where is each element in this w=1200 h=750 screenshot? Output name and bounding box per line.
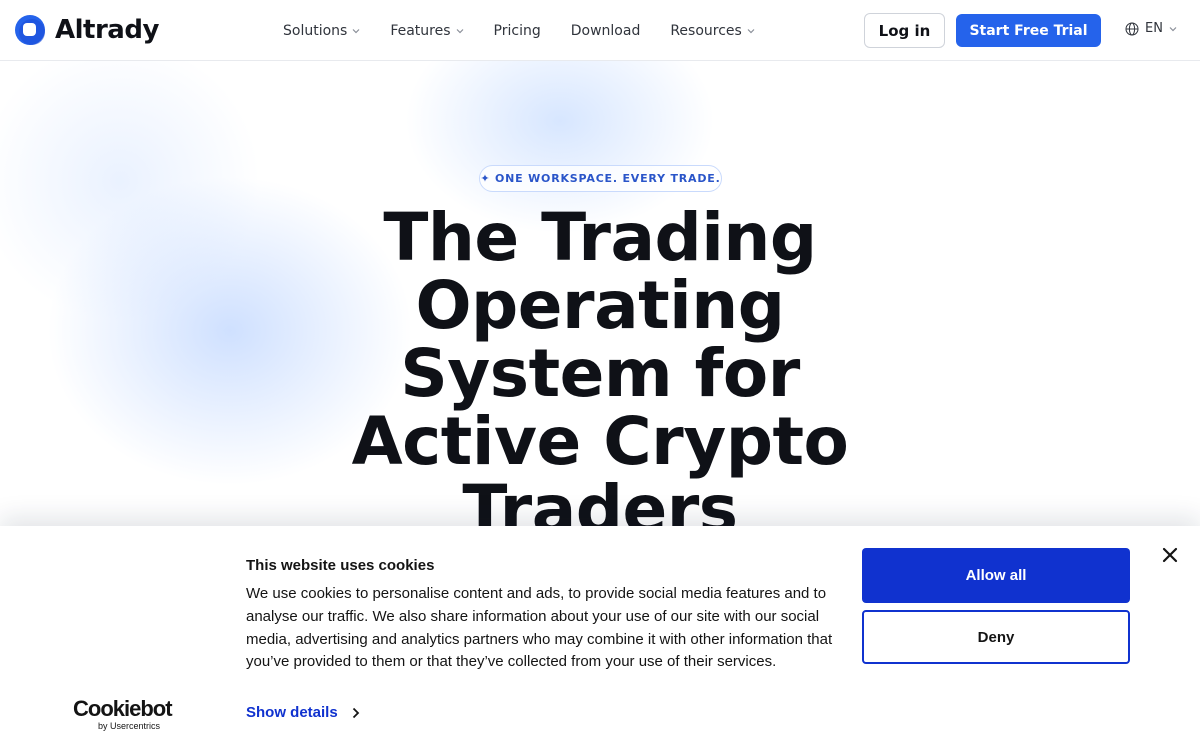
language-selector[interactable]: EN bbox=[1125, 21, 1177, 36]
nav-label: Resources bbox=[670, 22, 742, 39]
chevron-down-icon bbox=[456, 28, 463, 33]
nav-label: Pricing bbox=[493, 22, 541, 39]
nav-item-resources[interactable]: Resources bbox=[670, 23, 755, 39]
start-free-trial-button[interactable]: Start Free Trial bbox=[956, 14, 1101, 47]
main-nav: Solutions Features Pricing Download Reso… bbox=[283, 0, 785, 61]
nav-label: Features bbox=[390, 22, 451, 39]
cookiebot-wordmark: Cookiebot bbox=[73, 696, 173, 721]
chevron-down-icon bbox=[352, 28, 360, 33]
hero-badge: ✦ ONE WORKSPACE. EVERY TRADE. bbox=[479, 165, 722, 192]
site-header: Altrady Solutions Features Pricing Downl… bbox=[0, 0, 1200, 61]
logo-text: Altrady bbox=[55, 15, 159, 45]
headline-line: System for bbox=[400, 335, 800, 412]
deny-button[interactable]: Deny bbox=[862, 610, 1130, 664]
headline-line: The Trading bbox=[383, 199, 817, 276]
cookie-description: We use cookies to personalise content an… bbox=[246, 585, 833, 671]
nav-item-solutions[interactable]: Solutions bbox=[283, 23, 360, 39]
hero-headline: The Trading Operating System for Active … bbox=[300, 204, 900, 544]
chevron-down-icon bbox=[747, 28, 755, 33]
altrady-logo-icon bbox=[15, 15, 45, 45]
nav-label: Solutions bbox=[283, 22, 348, 39]
language-label: EN bbox=[1145, 21, 1163, 36]
allow-all-button[interactable]: Allow all bbox=[862, 548, 1130, 603]
login-button[interactable]: Log in bbox=[864, 13, 945, 48]
nav-item-features[interactable]: Features bbox=[390, 23, 463, 39]
close-icon[interactable] bbox=[1161, 546, 1179, 564]
headline-line: Operating bbox=[415, 267, 785, 344]
logo[interactable]: Altrady bbox=[14, 14, 159, 46]
chevron-down-icon bbox=[1169, 26, 1177, 31]
show-details-label: Show details bbox=[246, 704, 338, 721]
chevron-right-icon bbox=[352, 707, 359, 718]
headline-line: Active Crypto bbox=[351, 403, 849, 480]
nav-label: Download bbox=[570, 22, 641, 39]
cookiebot-byline: by Usercentrics bbox=[98, 721, 161, 731]
show-details-link[interactable]: Show details bbox=[246, 704, 360, 721]
cookiebot-logo: Cookiebot by Usercentrics bbox=[73, 696, 173, 732]
cookie-title: This website uses cookies bbox=[246, 557, 435, 574]
nav-item-download[interactable]: Download bbox=[571, 23, 641, 39]
globe-icon bbox=[1125, 22, 1139, 35]
nav-item-pricing[interactable]: Pricing bbox=[494, 23, 541, 39]
cookie-banner: Cookiebot by Usercentrics This website u… bbox=[0, 526, 1200, 750]
